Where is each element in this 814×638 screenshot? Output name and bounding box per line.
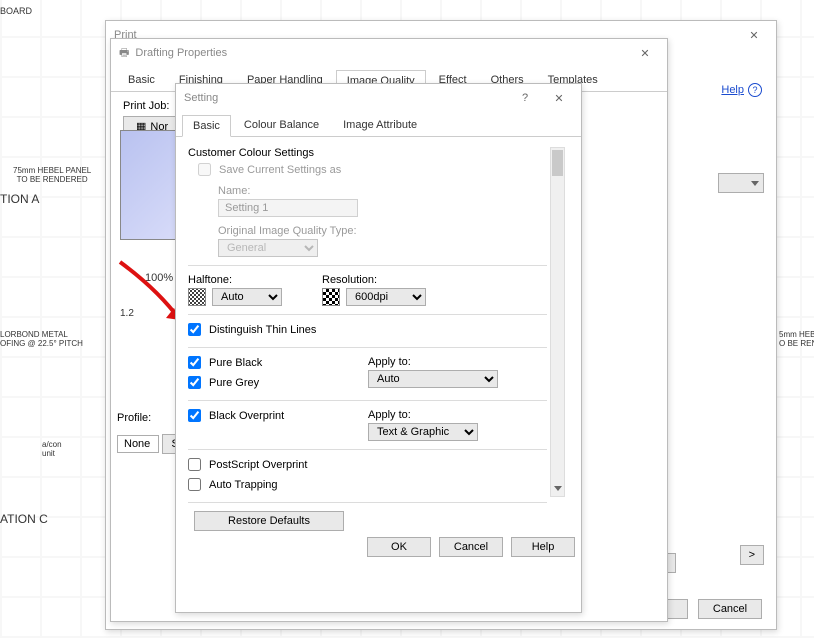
apply-to-label-1: Apply to:	[368, 356, 498, 368]
apply-to-select-1[interactable]: Auto	[368, 370, 498, 388]
name-label: Name:	[218, 185, 547, 197]
pure-black-checkbox[interactable]: Pure Black	[188, 356, 262, 369]
save-settings-checkbox[interactable]: Save Current Settings as	[198, 163, 341, 176]
drafting-tab-basic[interactable]: Basic	[117, 69, 166, 91]
title-drafting: Drafting Properties	[135, 47, 227, 59]
apply-to-select-2[interactable]: Text & Graphic	[368, 423, 478, 441]
scrollbar-thumb[interactable]	[552, 150, 563, 176]
distinguish-thin-lines-input[interactable]	[188, 323, 201, 336]
ok-button[interactable]: OK	[367, 537, 431, 557]
close-button-drafting[interactable]: ✕	[631, 43, 659, 63]
cancel-button-setting[interactable]: Cancel	[439, 537, 503, 557]
customer-settings-group-label: Customer Colour Settings	[188, 147, 547, 159]
black-overprint-input[interactable]	[188, 409, 201, 422]
resolution-label: Resolution:	[322, 274, 426, 286]
resolution-icon	[322, 288, 340, 306]
printer-icon: 🖶	[119, 44, 129, 63]
bg-roof-note: LORBOND METAL OFING @ 22.5° PITCH	[0, 330, 83, 348]
save-settings-checkbox-input[interactable]	[198, 163, 211, 176]
bg-elevation-a: TION A	[0, 192, 39, 206]
distinguish-thin-lines-checkbox[interactable]: Distinguish Thin Lines	[188, 323, 316, 336]
setting-tab-basic[interactable]: Basic	[182, 115, 231, 137]
help-icon[interactable]: ?	[748, 83, 762, 97]
close-button-setting[interactable]: ✕	[545, 88, 573, 108]
orig-quality-select: General	[218, 239, 318, 257]
print-job-label: Print Job:	[123, 100, 169, 112]
halftone-icon	[188, 288, 206, 306]
zoom-label: 100%	[145, 272, 173, 284]
bg-hebel-note: 75mm HEBEL PANEL TO BE RENDERED	[13, 166, 91, 184]
small-page-label: 1.2	[120, 308, 134, 319]
halftone-label: Halftone:	[188, 274, 282, 286]
help-link[interactable]: Help	[721, 84, 744, 96]
apply-to-label-2: Apply to:	[368, 409, 478, 421]
context-help-button[interactable]: ?	[511, 88, 539, 108]
bg-elevation-c: ATION C	[0, 512, 48, 526]
postscript-overprint-checkbox[interactable]: PostScript Overprint	[188, 458, 307, 471]
postscript-overprint-input[interactable]	[188, 458, 201, 471]
window-setting: Setting ? ✕ BasicColour BalanceImage Att…	[175, 83, 582, 613]
halftone-select[interactable]: Auto	[212, 288, 282, 306]
black-overprint-checkbox[interactable]: Black Overprint	[188, 409, 284, 422]
orig-quality-label: Original Image Quality Type:	[218, 225, 547, 237]
pure-grey-input[interactable]	[188, 376, 201, 389]
bg-aircon-label: a/con unit	[42, 440, 62, 458]
restore-defaults-button[interactable]: Restore Defaults	[194, 511, 344, 531]
name-input: Setting 1	[218, 199, 358, 217]
pure-black-input[interactable]	[188, 356, 201, 369]
auto-trapping-input[interactable]	[188, 478, 201, 491]
bg-board-label: BOARD	[0, 6, 32, 16]
next-page-button[interactable]: >	[740, 545, 764, 565]
resolution-select[interactable]: 600dpi	[346, 288, 426, 306]
cancel-button-print[interactable]: Cancel	[698, 599, 762, 619]
unknown-dropdown[interactable]	[718, 173, 764, 193]
tabs-setting: BasicColour BalanceImage Attribute	[176, 114, 581, 137]
auto-trapping-checkbox[interactable]: Auto Trapping	[188, 478, 278, 491]
setting-tab-colour-balance[interactable]: Colour Balance	[233, 114, 330, 136]
titlebar-drafting: 🖶 Drafting Properties ✕	[111, 39, 667, 67]
close-button-print[interactable]: ✕	[740, 25, 768, 45]
title-setting: Setting	[184, 92, 218, 104]
setting-tab-image-attribute[interactable]: Image Attribute	[332, 114, 428, 136]
profile-dropdown[interactable]: None	[117, 435, 159, 453]
titlebar-setting: Setting ? ✕	[176, 84, 581, 112]
help-button-setting[interactable]: Help	[511, 537, 575, 557]
scrollbar[interactable]	[550, 147, 565, 497]
bg-hebel-right: 5mm HEBEL P O BE RENDER	[779, 330, 814, 348]
scrollbar-down-icon[interactable]	[551, 481, 564, 496]
pure-grey-checkbox[interactable]: Pure Grey	[188, 376, 259, 389]
